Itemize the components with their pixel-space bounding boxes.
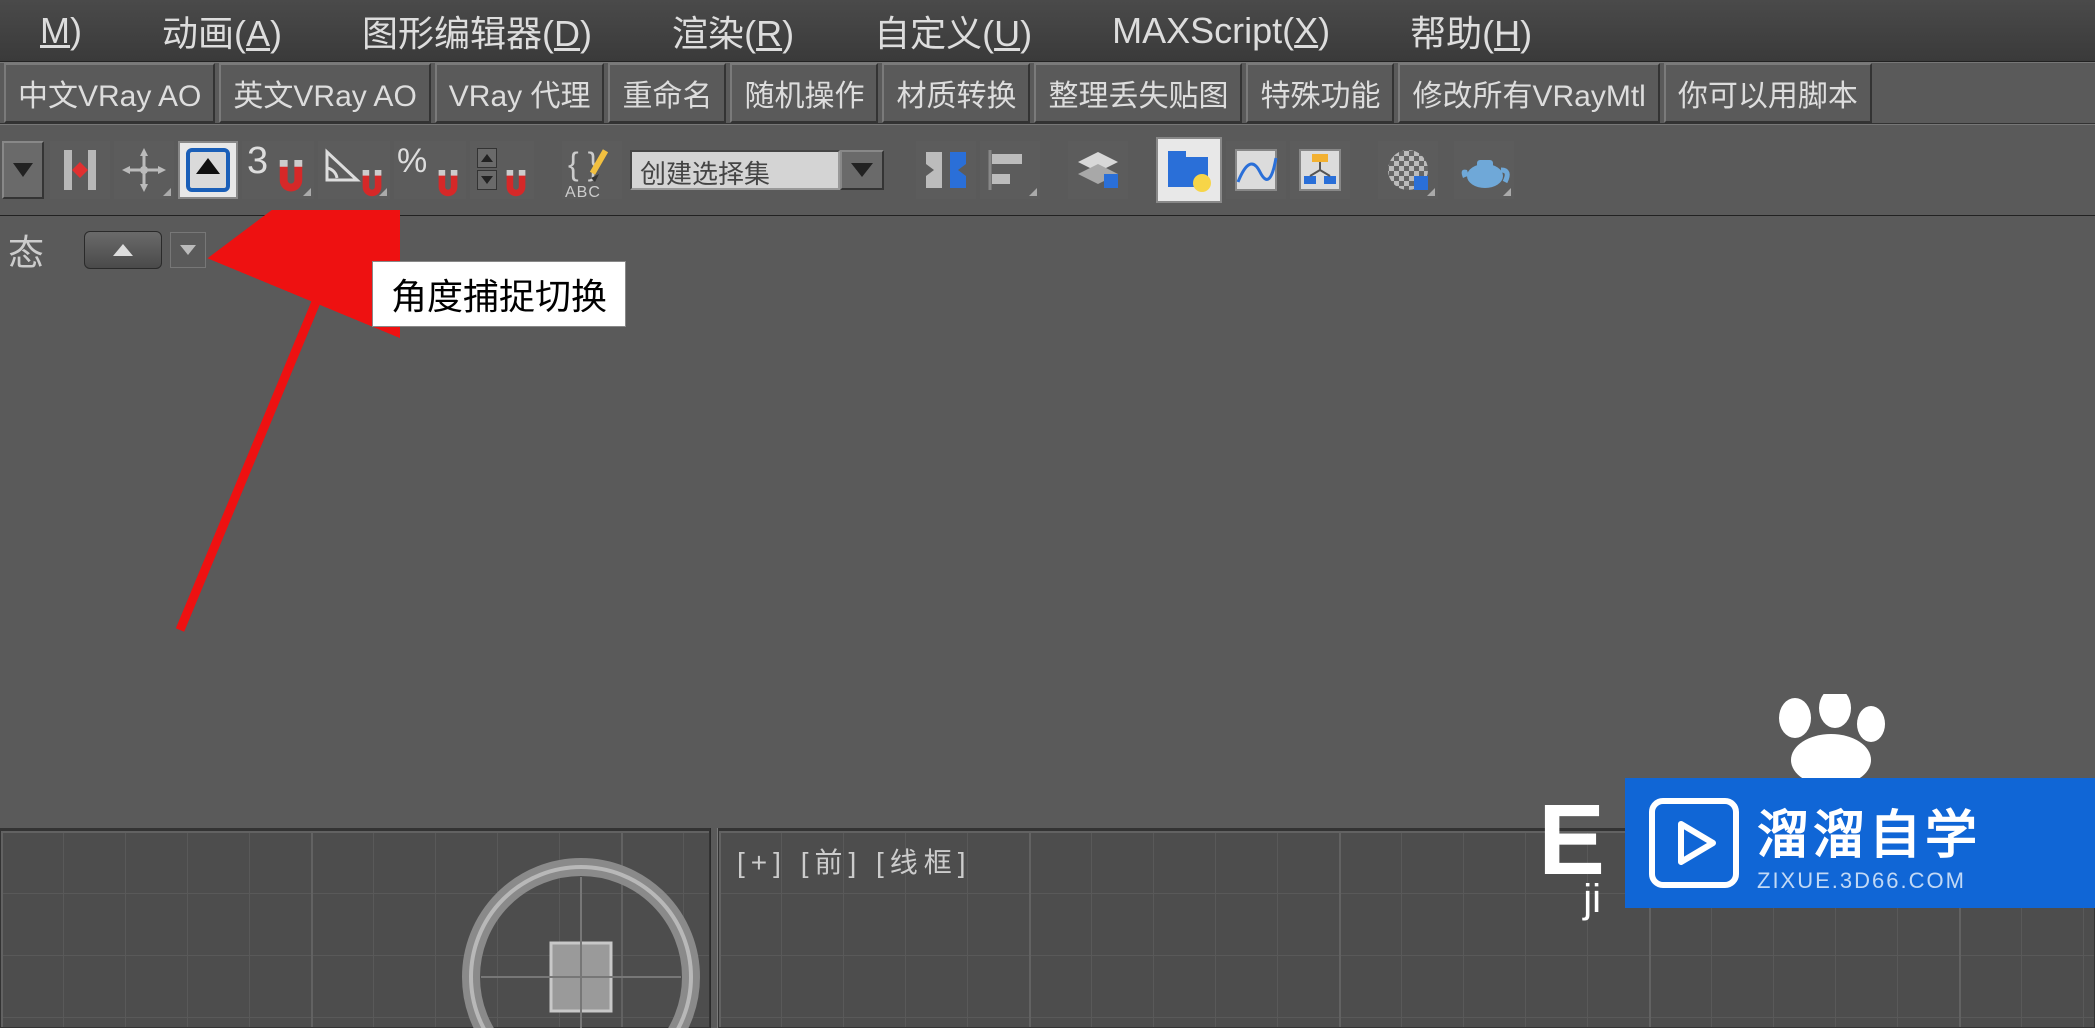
keyframe-icon bbox=[58, 148, 102, 192]
schematic-view-button[interactable] bbox=[1290, 141, 1350, 199]
spinner-icon bbox=[477, 148, 497, 190]
snap-toggle-button[interactable]: 3 bbox=[242, 141, 314, 199]
align-button[interactable] bbox=[980, 141, 1040, 199]
script-toolbar: 中文VRay AO 英文VRay AO VRay 代理 重命名 随机操作 材质转… bbox=[0, 62, 2095, 124]
script-btn-en-vray-ao[interactable]: 英文VRay AO bbox=[219, 63, 430, 123]
scene-up-icon bbox=[186, 148, 230, 192]
viewport-splitter[interactable] bbox=[710, 828, 718, 1028]
material-editor-button[interactable] bbox=[1378, 141, 1438, 199]
script-btn-cn-vray-ao[interactable]: 中文VRay AO bbox=[4, 63, 215, 123]
scene-explorer-button[interactable] bbox=[178, 141, 238, 199]
magnet-icon bbox=[501, 170, 531, 200]
spinner-snap-button[interactable] bbox=[470, 141, 534, 199]
menu-item-help[interactable]: 帮助(H) bbox=[1370, 5, 1572, 57]
snap-value-label: 3 bbox=[247, 140, 268, 183]
tooltip: 角度捕捉切换 bbox=[372, 261, 626, 327]
viewport-label-front[interactable]: [+] [前] [线框] bbox=[737, 841, 972, 881]
magnet-icon bbox=[433, 170, 463, 200]
schematic-icon bbox=[1296, 146, 1344, 194]
chevron-down-icon bbox=[13, 163, 33, 177]
script-btn-modify-vraymtl[interactable]: 修改所有VRayMtl bbox=[1398, 63, 1659, 123]
curve-editor-button[interactable] bbox=[1226, 141, 1286, 199]
script-btn-material-convert[interactable]: 材质转换 bbox=[882, 63, 1030, 123]
selection-set-dropdown[interactable]: 创建选择集 bbox=[630, 150, 884, 190]
keyframe-mode-button[interactable] bbox=[50, 141, 110, 199]
chevron-down-icon bbox=[851, 163, 873, 177]
watermark-subtitle: ZIXUE.3D66.COM bbox=[1757, 868, 2071, 894]
script-btn-vray-proxy[interactable]: VRay 代理 bbox=[435, 63, 605, 123]
chevron-up-icon bbox=[113, 244, 133, 256]
watermark-badge: 溜溜自学 ZIXUE.3D66.COM bbox=[1625, 778, 2095, 908]
script-btn-use-script[interactable]: 你可以用脚本 bbox=[1664, 63, 1872, 123]
mirror-icon bbox=[922, 146, 970, 194]
menu-item-customize[interactable]: 自定义(U) bbox=[834, 5, 1072, 57]
menu-item-maxscript[interactable]: MAXScript(X) bbox=[1072, 10, 1370, 52]
ribbon-state-label: 态 bbox=[8, 224, 84, 276]
toggle-scene-explorer-button[interactable] bbox=[1156, 137, 1222, 203]
ribbon-dropdown-button[interactable] bbox=[170, 232, 206, 268]
render-setup-button[interactable] bbox=[1454, 141, 1514, 199]
angle-snap-toggle-button[interactable] bbox=[318, 141, 390, 199]
script-btn-random[interactable]: 随机操作 bbox=[730, 63, 878, 123]
reference-dropdown-button[interactable] bbox=[2, 141, 44, 199]
viewcube-gizmo[interactable] bbox=[451, 847, 711, 1028]
mirror-button[interactable] bbox=[916, 141, 976, 199]
watermark-title: 溜溜自学 bbox=[1757, 793, 2071, 868]
chevron-down-icon bbox=[180, 245, 196, 255]
layers-icon bbox=[1074, 146, 1122, 194]
layers-button[interactable] bbox=[1068, 141, 1128, 199]
selection-set-field[interactable]: 创建选择集 bbox=[630, 150, 840, 190]
menu-item-partial[interactable]: M) bbox=[0, 10, 122, 52]
ribbon-collapse-button[interactable] bbox=[84, 231, 162, 269]
menu-bar: M) 动画(A) 图形编辑器(D) 渲染(R) 自定义(U) MAXScript… bbox=[0, 0, 2095, 62]
selection-set-chevron[interactable] bbox=[840, 150, 884, 190]
menu-item-render[interactable]: 渲染(R) bbox=[632, 5, 834, 57]
abc-label: ABC bbox=[565, 184, 601, 202]
percent-snap-toggle-button[interactable]: % bbox=[394, 141, 466, 199]
folder-light-icon bbox=[1164, 145, 1214, 195]
menu-item-graph-editor[interactable]: 图形编辑器(D) bbox=[322, 5, 632, 57]
percent-label: % bbox=[397, 142, 427, 181]
overlay-ji: ji bbox=[1583, 877, 1601, 922]
move-gizmo-button[interactable] bbox=[114, 141, 174, 199]
script-btn-missing-maps[interactable]: 整理丢失贴图 bbox=[1034, 63, 1242, 123]
move-cross-icon bbox=[122, 148, 166, 192]
script-btn-rename[interactable]: 重命名 bbox=[608, 63, 726, 123]
main-toolbar: 3 % bbox=[0, 124, 2095, 216]
teapot-icon bbox=[1457, 146, 1511, 194]
align-icon bbox=[986, 146, 1034, 194]
curve-icon bbox=[1232, 146, 1280, 194]
paw-icon bbox=[1765, 694, 1885, 784]
menu-item-animation[interactable]: 动画(A) bbox=[122, 5, 322, 57]
material-ball-icon bbox=[1384, 146, 1432, 194]
viewport-left[interactable] bbox=[0, 830, 710, 1028]
edit-named-selection-button[interactable]: { } ABC bbox=[562, 141, 622, 199]
script-btn-special[interactable]: 特殊功能 bbox=[1246, 63, 1394, 123]
watermark-play-icon bbox=[1649, 798, 1739, 888]
